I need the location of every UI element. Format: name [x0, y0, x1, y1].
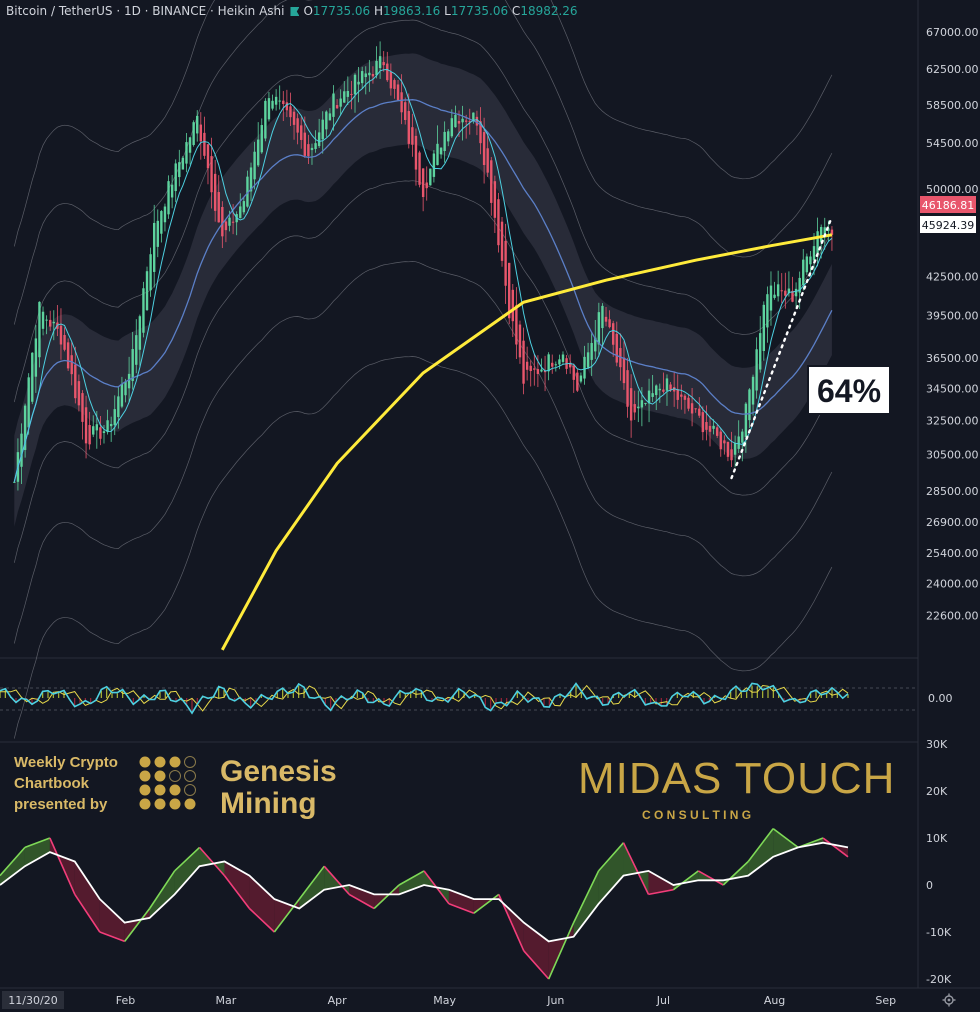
candle — [497, 192, 500, 253]
price-tick-label: 32500.00 — [926, 414, 979, 427]
candle — [500, 217, 504, 267]
price-tick-label: 39500.00 — [926, 310, 979, 323]
candle — [181, 155, 185, 170]
branding-line-1: Weekly Crypto — [14, 754, 118, 771]
price-tick-label: 42500.00 — [926, 270, 979, 283]
last-price-label: 46186.81 — [922, 199, 975, 212]
branding-line-2: Chartbook — [14, 775, 90, 792]
midas-touch-logo-text: MIDAS TOUCH — [578, 754, 895, 803]
momentum-tick-label: 30K — [926, 738, 948, 751]
candle — [31, 352, 34, 405]
ma-price-badge: 45924.39 — [920, 216, 976, 233]
candle — [192, 120, 195, 147]
symbol-header[interactable]: Bitcoin / TetherUS · 1D · BINANCE · Heik… — [6, 4, 578, 18]
settings-gear-icon[interactable] — [942, 993, 956, 1007]
month-tick-label: Apr — [328, 994, 348, 1007]
month-tick-label: Aug — [764, 994, 785, 1007]
ma-price-label: 45924.39 — [922, 219, 975, 232]
price-tick-label: 67000.00 — [926, 26, 979, 39]
month-tick-label: Jun — [546, 994, 564, 1007]
flag-icon — [290, 7, 300, 16]
price-tick-label: 24000.00 — [926, 577, 979, 590]
price-tick-label: 34500.00 — [926, 382, 979, 395]
candle — [429, 168, 432, 186]
price-tick-label: 25400.00 — [926, 547, 979, 560]
genesis-line-2: Mining — [220, 787, 317, 820]
last-price-badge: 46186.81 — [920, 196, 976, 213]
month-tick-label: Mar — [216, 994, 237, 1007]
candle — [167, 175, 170, 219]
price-tick-label: 28500.00 — [926, 485, 979, 498]
candle — [23, 403, 27, 458]
candle — [149, 247, 152, 297]
momentum-tick-label: 0 — [926, 879, 933, 892]
momentum-tick-label: 10K — [926, 832, 948, 845]
candle — [508, 262, 511, 325]
candle — [145, 266, 149, 312]
candle — [805, 253, 809, 275]
price-tick-label: 22600.00 — [926, 610, 979, 623]
candle — [576, 369, 579, 393]
candle — [66, 338, 70, 371]
momentum-tick-label: -10K — [926, 926, 952, 939]
ohlc-readout: O17735.06 H19863.16 L17735.06 C18982.26 — [303, 4, 578, 18]
momentum-tick-label: -20K — [926, 973, 952, 986]
price-tick-label: 54500.00 — [926, 137, 979, 150]
genesis-line-1: Genesis — [220, 755, 337, 788]
candle — [418, 150, 421, 188]
chart-canvas[interactable]: 64% 0.00 30K 20K 10K 0 -10K -20K 67000.00 6250… — [0, 0, 980, 1012]
price-tick-label: 30500.00 — [926, 449, 979, 462]
month-tick-label: May — [433, 994, 456, 1007]
date-cursor-label: 11/30/20 — [8, 994, 57, 1007]
price-tick-label: 36500.00 — [926, 352, 979, 365]
symbol-title: Bitcoin / TetherUS · 1D · BINANCE · Heik… — [6, 4, 285, 18]
price-tick-label: 26900.00 — [926, 516, 979, 529]
month-tick-label: Jul — [656, 994, 670, 1007]
month-tick-label: Sep — [875, 994, 896, 1007]
momentum-tick-label: 20K — [926, 785, 948, 798]
percent-annotation-text: 64% — [817, 373, 881, 409]
osc-tick-label: 0.00 — [928, 692, 953, 705]
percent-annotation-box: 64% — [807, 365, 891, 415]
price-tick-label: 50000.00 — [926, 183, 979, 196]
candle — [264, 98, 267, 142]
branding-line-3: presented by — [14, 796, 108, 813]
price-tick-label: 58500.00 — [926, 99, 979, 112]
candle — [142, 281, 145, 338]
consulting-text: C O N S U L T I N G — [642, 808, 751, 822]
price-tick-label: 62500.00 — [926, 63, 979, 76]
month-tick-label: Feb — [116, 994, 135, 1007]
